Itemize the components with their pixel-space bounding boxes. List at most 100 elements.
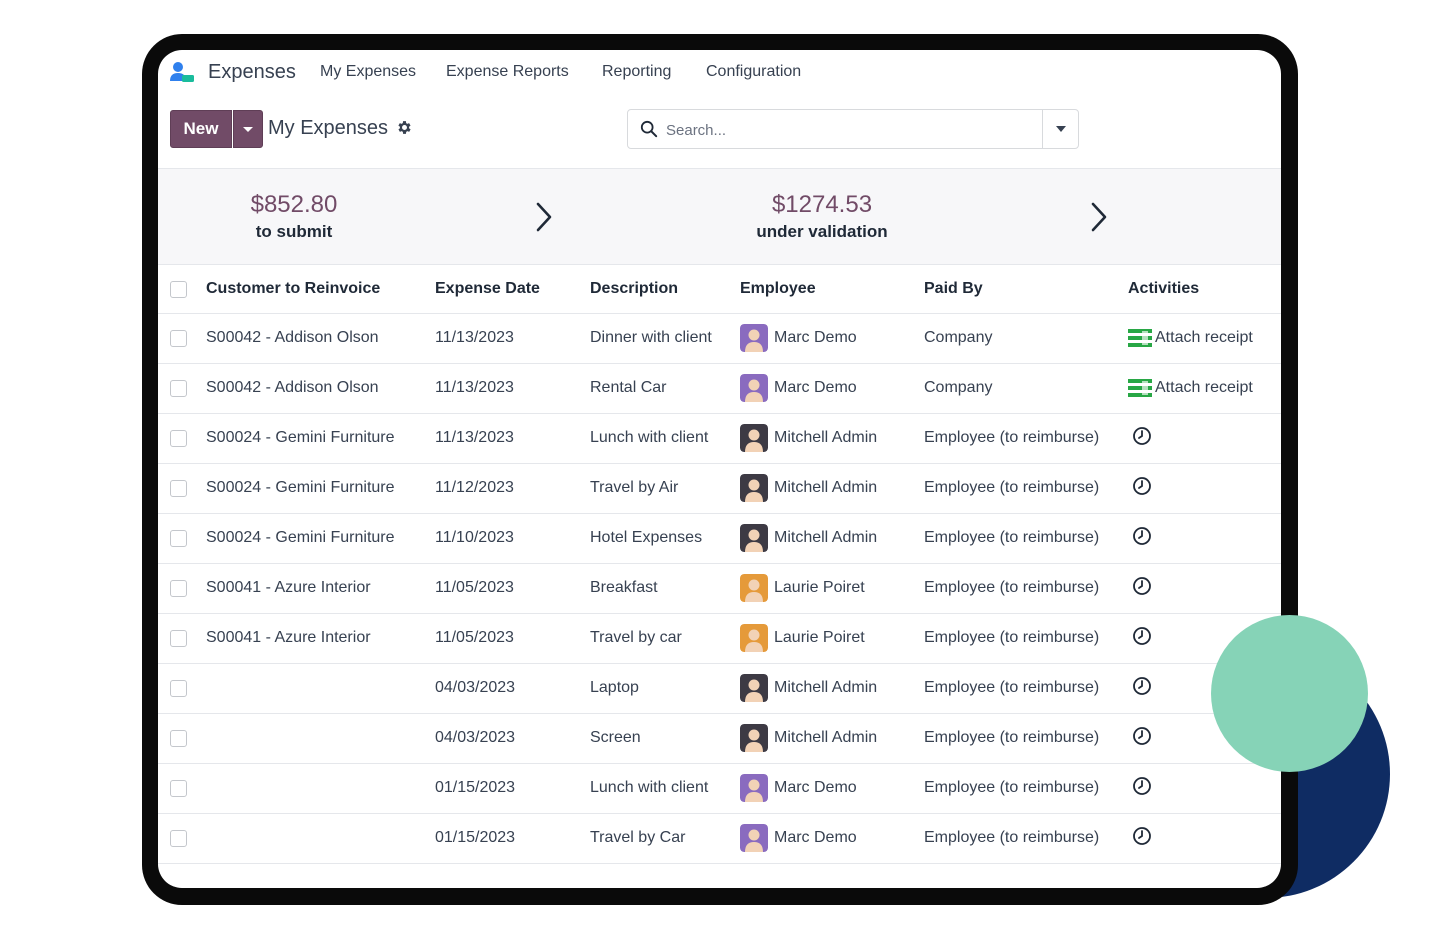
paid-by-cell: Employee (to reimburse) bbox=[924, 413, 1128, 464]
employee-name: Mitchell Admin bbox=[774, 679, 878, 696]
menu-expense-reports[interactable]: Expense Reports bbox=[446, 63, 569, 81]
new-button[interactable]: New bbox=[170, 110, 232, 148]
menu-my-expenses[interactable]: My Expenses bbox=[320, 63, 416, 81]
table-row[interactable]: S00024 - Gemini Furniture 11/12/2023 Trave… bbox=[158, 463, 1281, 514]
paid-by-cell: Company bbox=[924, 313, 1128, 364]
column-header-paid-by[interactable]: Paid By bbox=[924, 266, 1128, 314]
table-row[interactable]: S00041 - Azure Interior 11/05/2023 Travel … bbox=[158, 613, 1281, 664]
customer-cell: S00041 - Azure Interior bbox=[206, 563, 435, 614]
row-checkbox[interactable] bbox=[170, 379, 187, 397]
menu-configuration[interactable]: Configuration bbox=[706, 63, 801, 81]
clock-icon[interactable] bbox=[1132, 476, 1152, 496]
select-all-checkbox[interactable] bbox=[170, 280, 187, 298]
row-checkbox[interactable] bbox=[170, 779, 187, 797]
paid-by-cell: Company bbox=[924, 363, 1128, 414]
row-select-cell bbox=[158, 363, 206, 414]
employee-cell: Mitchell Admin bbox=[740, 463, 924, 514]
activity-cell-content[interactable]: Attach receipt bbox=[1128, 379, 1281, 397]
paid-by-cell: Employee (to reimburse) bbox=[924, 463, 1128, 514]
row-checkbox[interactable] bbox=[170, 429, 187, 447]
table-row[interactable]: S00041 - Azure Interior 11/05/2023 Breakfa… bbox=[158, 563, 1281, 614]
table-row[interactable]: 04/03/2023 Screen Mitchell Admin Employee (… bbox=[158, 713, 1281, 764]
activity-cell-content[interactable]: Attach receipt bbox=[1128, 329, 1281, 347]
row-checkbox[interactable] bbox=[170, 529, 187, 547]
table-row[interactable]: 01/15/2023 Lunch with client Marc Demo Empl… bbox=[158, 763, 1281, 814]
row-select-cell bbox=[158, 663, 206, 714]
description-cell: Lunch with client bbox=[590, 413, 740, 464]
customer-cell bbox=[206, 763, 435, 814]
employee-name: Marc Demo bbox=[774, 379, 857, 396]
description-cell: Hotel Expenses bbox=[590, 513, 740, 564]
employee-name: Mitchell Admin bbox=[774, 429, 878, 446]
clock-icon[interactable] bbox=[1132, 526, 1152, 546]
employee-name: Mitchell Admin bbox=[774, 729, 878, 746]
clock-icon[interactable] bbox=[1132, 776, 1152, 796]
date-cell: 11/05/2023 bbox=[435, 563, 590, 614]
employee-cell: Marc Demo bbox=[740, 763, 924, 814]
date-cell: 11/10/2023 bbox=[435, 513, 590, 564]
clock-icon[interactable] bbox=[1132, 626, 1152, 646]
under-validation-label: under validation bbox=[756, 222, 888, 241]
column-header-description[interactable]: Description bbox=[590, 266, 740, 314]
clock-icon[interactable] bbox=[1132, 576, 1152, 596]
customer-cell bbox=[206, 713, 435, 764]
row-select-cell bbox=[158, 763, 206, 814]
menu-reporting[interactable]: Reporting bbox=[602, 63, 671, 81]
search-input[interactable] bbox=[666, 118, 1036, 142]
paid-by-cell: Employee (to reimburse) bbox=[924, 563, 1128, 614]
employee-cell: Mitchell Admin bbox=[740, 413, 924, 464]
date-cell: 01/15/2023 bbox=[435, 763, 590, 814]
avatar bbox=[740, 574, 768, 602]
search-bar bbox=[627, 109, 1079, 149]
row-checkbox[interactable] bbox=[170, 579, 187, 597]
clock-icon[interactable] bbox=[1132, 426, 1152, 446]
table-row[interactable]: S00042 - Addison Olson 11/13/2023 Dinner w… bbox=[158, 313, 1281, 364]
row-checkbox[interactable] bbox=[170, 829, 187, 847]
row-checkbox[interactable] bbox=[170, 729, 187, 747]
clock-icon[interactable] bbox=[1132, 726, 1152, 746]
row-checkbox[interactable] bbox=[170, 679, 187, 697]
column-header-employee[interactable]: Employee bbox=[740, 266, 924, 314]
table-row[interactable]: 04/03/2023 Laptop Mitchell Admin Employee (… bbox=[158, 663, 1281, 714]
employee-name: Laurie Poiret bbox=[774, 629, 865, 646]
employee-cell: Marc Demo bbox=[740, 313, 924, 364]
avatar bbox=[740, 524, 768, 552]
upload-document-icon bbox=[1128, 379, 1152, 397]
summary-under-validation[interactable]: $1274.53 under validation bbox=[712, 189, 932, 243]
clock-icon[interactable] bbox=[1132, 826, 1152, 846]
customer-cell: S00042 - Addison Olson bbox=[206, 363, 435, 414]
avatar bbox=[740, 774, 768, 802]
column-header-customer[interactable]: Customer to Reinvoice bbox=[206, 266, 435, 314]
summary-to-submit[interactable]: $852.80 to submit bbox=[184, 189, 404, 243]
decorative-green-circle bbox=[1211, 615, 1368, 772]
new-dropdown-button[interactable] bbox=[233, 110, 263, 148]
customer-cell: S00042 - Addison Olson bbox=[206, 313, 435, 364]
table-row[interactable]: S00024 - Gemini Furniture 11/13/2023 Lunch… bbox=[158, 413, 1281, 464]
expenses-app-icon[interactable] bbox=[169, 60, 195, 84]
paid-by-cell: Employee (to reimburse) bbox=[924, 813, 1128, 864]
activities-cell bbox=[1128, 413, 1281, 464]
description-cell: Travel by car bbox=[590, 613, 740, 664]
paid-by-cell: Employee (to reimburse) bbox=[924, 513, 1128, 564]
employee-cell: Mitchell Admin bbox=[740, 713, 924, 764]
activity-label: Attach receipt bbox=[1155, 329, 1253, 346]
caret-down-icon bbox=[243, 126, 253, 132]
employee-name: Laurie Poiret bbox=[774, 579, 865, 596]
column-header-activities[interactable]: Activities bbox=[1128, 266, 1281, 314]
gear-icon[interactable] bbox=[396, 119, 413, 136]
row-checkbox[interactable] bbox=[170, 479, 187, 497]
row-checkbox[interactable] bbox=[170, 629, 187, 647]
search-options-toggle[interactable] bbox=[1042, 110, 1078, 148]
column-header-date[interactable]: Expense Date bbox=[435, 266, 590, 314]
table-row[interactable]: S00042 - Addison Olson 11/13/2023 Rental C… bbox=[158, 363, 1281, 414]
table-row[interactable]: 01/15/2023 Travel by Car Marc Demo Employee… bbox=[158, 813, 1281, 864]
app-name[interactable]: Expenses bbox=[208, 61, 296, 84]
paid-by-cell: Employee (to reimburse) bbox=[924, 763, 1128, 814]
activities-cell bbox=[1128, 563, 1281, 614]
employee-cell: Laurie Poiret bbox=[740, 613, 924, 664]
customer-cell: S00024 - Gemini Furniture bbox=[206, 463, 435, 514]
row-select-cell bbox=[158, 563, 206, 614]
table-row[interactable]: S00024 - Gemini Furniture 11/10/2023 Hotel… bbox=[158, 513, 1281, 564]
row-checkbox[interactable] bbox=[170, 329, 187, 347]
clock-icon[interactable] bbox=[1132, 676, 1152, 696]
